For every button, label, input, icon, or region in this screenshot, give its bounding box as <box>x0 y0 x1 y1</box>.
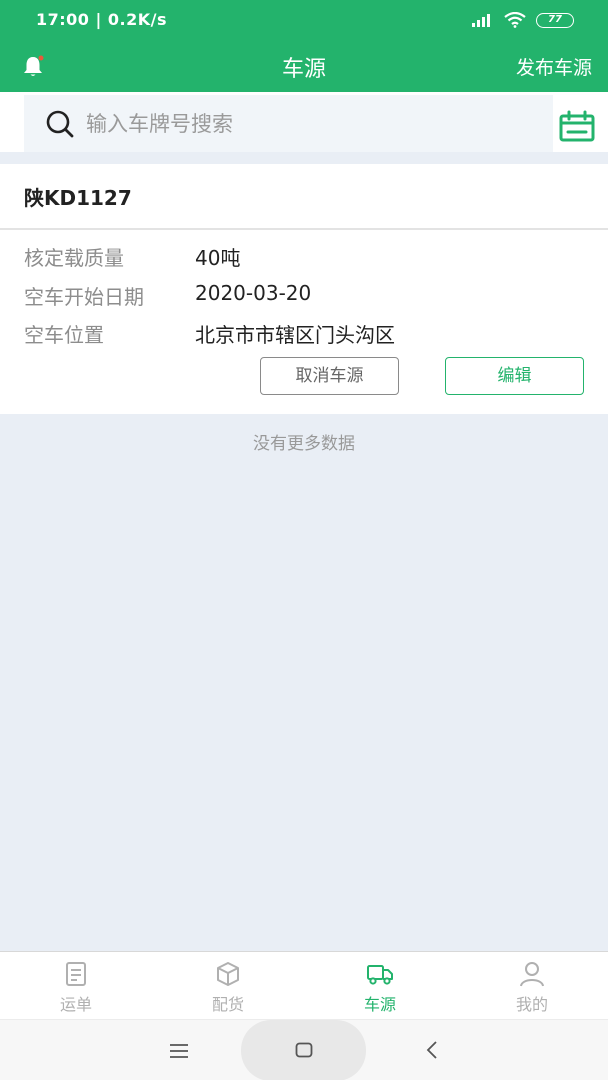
person-icon <box>520 962 544 987</box>
home-icon <box>295 1042 313 1058</box>
list-end-text: 没有更多数据 <box>253 434 355 454</box>
field-label: 核定载质量 <box>24 246 124 270</box>
back-icon[interactable] <box>424 1040 440 1060</box>
wifi-icon <box>504 12 526 28</box>
search-input[interactable] <box>86 111 526 136</box>
tab-vehicle-source[interactable]: 车源 <box>304 952 456 1019</box>
status-icons: 77 <box>472 11 574 29</box>
field-row-capacity: 核定载质量 40吨 <box>24 242 584 271</box>
divider <box>0 228 608 230</box>
battery-icon: 77 <box>536 12 574 28</box>
tab-bar: 运单 配货 车源 我的 <box>0 951 608 1019</box>
tab-dispatch[interactable]: 配货 <box>152 952 304 1019</box>
waybill-icon <box>66 962 86 986</box>
field-value: 40吨 <box>195 246 241 270</box>
field-row-start-date: 空车开始日期 2020-03-20 <box>24 281 584 310</box>
app-bar: 车源 发布车源 <box>0 40 608 92</box>
publish-vehicle-button[interactable]: 发布车源 <box>516 53 592 80</box>
system-nav-bar <box>0 1019 608 1080</box>
tab-label: 运单 <box>59 995 92 1014</box>
search-icon <box>46 110 74 137</box>
search-box[interactable] <box>24 95 553 152</box>
field-label: 空车位置 <box>24 323 104 347</box>
menu-icon[interactable] <box>168 1042 190 1060</box>
vehicle-plate: 陕KD1127 <box>24 186 132 210</box>
signal-icon <box>472 14 490 27</box>
vehicle-card: 陕KD1127 核定载质量 40吨 空车开始日期 2020-03-20 空车位置… <box>0 164 608 414</box>
calendar-icon[interactable] <box>559 110 595 142</box>
search-area <box>0 92 608 158</box>
field-value: 北京市市辖区门头沟区 <box>195 323 395 347</box>
edit-button[interactable]: 编辑 <box>445 357 584 395</box>
field-value: 2020-03-20 <box>195 281 312 305</box>
cancel-vehicle-button[interactable]: 取消车源 <box>260 357 399 395</box>
status-time: 17:00 | 0.2K/s <box>36 10 168 29</box>
tab-label: 我的 <box>515 995 548 1014</box>
truck-icon <box>367 965 393 985</box>
package-icon <box>217 962 239 986</box>
tab-mine[interactable]: 我的 <box>456 952 608 1019</box>
field-row-location: 空车位置 北京市市辖区门头沟区 <box>24 319 584 348</box>
field-label: 空车开始日期 <box>24 285 144 309</box>
tab-waybill[interactable]: 运单 <box>0 952 152 1019</box>
tab-label: 车源 <box>363 995 396 1014</box>
status-bar: 17:00 | 0.2K/s 77 <box>0 0 608 40</box>
tab-label: 配货 <box>211 995 244 1014</box>
